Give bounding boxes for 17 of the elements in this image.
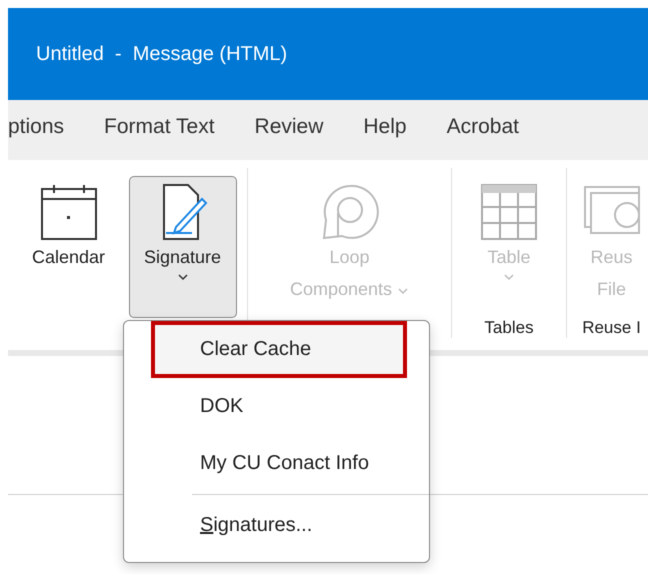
calendar-icon (40, 183, 98, 241)
ribbon-tab[interactable]: Acrobat (446, 115, 519, 145)
group-label: Reuse I (582, 318, 641, 338)
ribbon-tab[interactable]: ptions (8, 115, 64, 145)
menu-item[interactable]: Clear Cache (151, 321, 407, 378)
menu-item[interactable]: DOK (124, 378, 429, 435)
loop-icon (320, 183, 378, 241)
ribbon-tab[interactable]: Help (363, 115, 407, 145)
ribbon-button[interactable]: Signature (128, 176, 236, 318)
ribbon-button[interactable]: Calendar (18, 176, 118, 318)
menu-item[interactable]: Signatures... (124, 497, 429, 554)
menu-item[interactable]: My CU Conact Info (124, 435, 429, 492)
table-icon (480, 183, 538, 241)
ribbon-tab[interactable]: Review (254, 115, 324, 145)
window-title: Untitled - Message (HTML) (36, 42, 288, 66)
ribbon-tab[interactable]: Format Text (104, 115, 215, 145)
group-label: Tables (484, 318, 534, 338)
